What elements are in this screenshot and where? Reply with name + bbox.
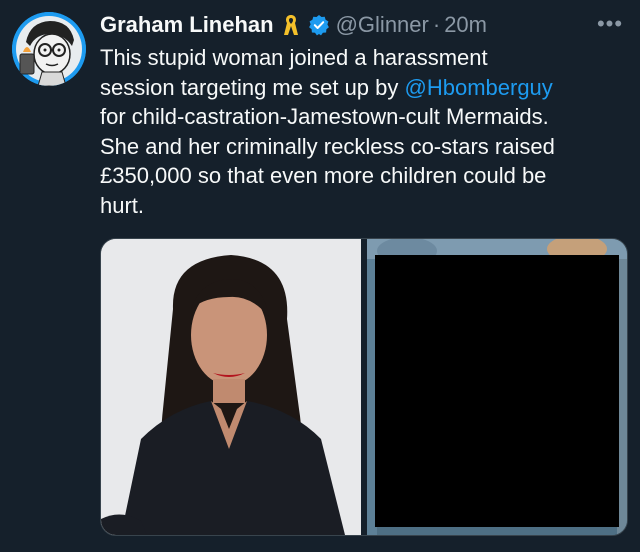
author-name[interactable]: Graham Linehan <box>100 12 274 38</box>
tweet-timestamp[interactable]: 20m <box>444 12 487 38</box>
header-separator: · <box>432 12 441 37</box>
tweet-text-line: for child-castration-Jamestown-cult Merm… <box>100 104 549 129</box>
tweet-text-line: hurt. <box>100 192 145 218</box>
tweet[interactable]: Graham Linehan @Glinner · 20m ••• This s… <box>0 0 640 552</box>
redaction-block <box>375 255 619 527</box>
yellow-ribbon-icon <box>282 13 300 37</box>
media-photo-redacted[interactable] <box>367 239 627 535</box>
tweet-text-segment: session targeting me set up by <box>100 74 405 100</box>
verified-badge-icon[interactable] <box>308 14 330 36</box>
media-photo-portrait[interactable] <box>101 239 361 535</box>
tweet-text-line: She and her criminally reckless co-stars… <box>100 133 555 159</box>
more-horizontal-icon[interactable]: ••• <box>596 11 624 36</box>
tweet-text-line: £350,000 so that even more children coul… <box>100 163 547 188</box>
tweet-text-line: session targeting me set up by @Hbomberg… <box>100 73 630 103</box>
tweet-header: Graham Linehan @Glinner · 20m <box>100 10 487 40</box>
author-avatar[interactable] <box>12 12 86 86</box>
tweet-text: This stupid woman joined a harassment se… <box>100 43 630 220</box>
tweet-media-grid <box>100 238 628 536</box>
mention-link[interactable]: @Hbomberguy <box>405 75 553 100</box>
author-handle[interactable]: @Glinner <box>336 12 429 38</box>
tweet-text-line: This stupid woman joined a harassment <box>100 45 488 70</box>
